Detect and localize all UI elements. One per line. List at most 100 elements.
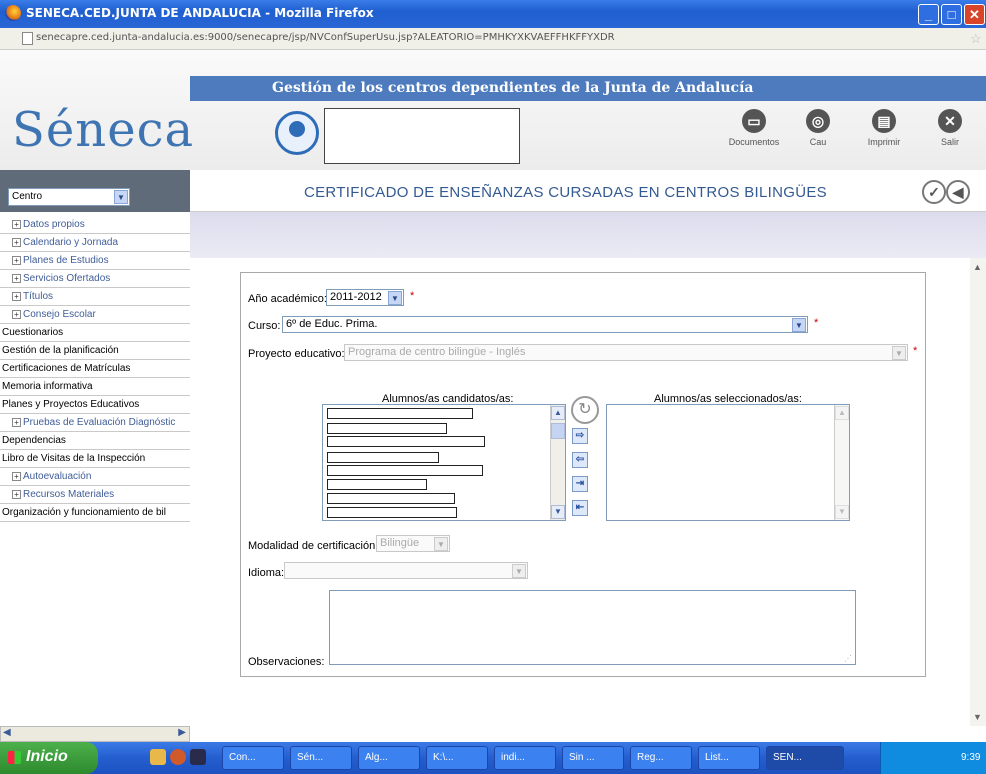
sidebar-item-pruebas[interactable]: + Pruebas de Evaluación Diagnóstic: [0, 414, 190, 432]
accept-check-icon[interactable]: ✓: [922, 180, 946, 204]
scroll-up-icon[interactable]: ▲: [551, 406, 565, 420]
sidebar-item-planificacion[interactable]: Gestión de la planificación: [0, 342, 190, 360]
expand-icon[interactable]: +: [12, 418, 21, 427]
url-text[interactable]: senecapre.ced.junta-andalucia.es:9000/se…: [36, 32, 615, 43]
candidates-list[interactable]: ▲ ▼: [322, 404, 566, 521]
candidates-scrollbar[interactable]: ▲ ▼: [550, 405, 565, 520]
sidebar-item-autoevaluacion[interactable]: + Autoevaluación: [0, 468, 190, 486]
move-all-right-button[interactable]: ⇥: [572, 476, 588, 492]
sidebar-item-planes-estudios[interactable]: + Planes de Estudios: [0, 252, 190, 270]
scroll-down-icon[interactable]: ▼: [551, 505, 565, 519]
minimize-button[interactable]: _: [918, 4, 939, 25]
refresh-icon[interactable]: ↻: [571, 396, 599, 424]
scroll-up-icon[interactable]: ▲: [973, 262, 982, 272]
move-left-button[interactable]: ⇦: [572, 452, 588, 468]
scroll-left-icon[interactable]: ◀: [3, 727, 11, 738]
bookmark-star-icon[interactable]: ☆: [970, 31, 982, 47]
imprimir-label: Imprimir: [867, 137, 901, 147]
sidebar-horizontal-scrollbar[interactable]: ◀ ▶: [0, 726, 190, 742]
list-item[interactable]: [327, 479, 427, 490]
address-bar[interactable]: senecapre.ced.junta-andalucia.es:9000/se…: [0, 28, 986, 50]
sidebar-item-memoria[interactable]: Memoria informativa: [0, 378, 190, 396]
scroll-up-icon[interactable]: ▲: [835, 406, 849, 420]
selected-list[interactable]: ▲ ▼: [606, 404, 850, 521]
taskbar-item-reg[interactable]: Reg...: [630, 746, 692, 770]
quicklaunch-browser-icon[interactable]: [170, 749, 186, 765]
scroll-down-icon[interactable]: ▼: [973, 712, 982, 722]
scroll-right-icon[interactable]: ▶: [178, 727, 186, 738]
expand-icon[interactable]: +: [12, 472, 21, 481]
centro-select[interactable]: Centro ▼: [8, 188, 130, 206]
move-all-left-button[interactable]: ⇤: [572, 500, 588, 516]
chevron-down-icon[interactable]: ▼: [892, 346, 906, 360]
quicklaunch-console-icon[interactable]: [190, 749, 206, 765]
selected-scrollbar[interactable]: ▲ ▼: [834, 405, 849, 520]
clock[interactable]: 9:39: [961, 752, 980, 763]
sidebar-item-calendario[interactable]: + Calendario y Jornada: [0, 234, 190, 252]
start-button[interactable]: Inicio: [0, 742, 98, 774]
sidebar-item-label: Planes y Proyectos Educativos: [2, 399, 140, 410]
taskbar-item-seneca[interactable]: SEN...: [766, 746, 844, 770]
taskbar-item-label: K:\...: [433, 752, 454, 763]
page-vertical-scrollbar[interactable]: ▲ ▼: [970, 258, 986, 726]
sidebar-item-libro-visitas[interactable]: Libro de Visitas de la Inspección: [0, 450, 190, 468]
quicklaunch-folder-icon[interactable]: [150, 749, 166, 765]
sidebar-item-certificaciones[interactable]: Certificaciones de Matrículas: [0, 360, 190, 378]
required-mark: *: [913, 345, 918, 357]
expand-icon[interactable]: +: [12, 292, 21, 301]
imprimir-button[interactable]: ▤ Imprimir: [860, 109, 908, 147]
sidebar-item-dependencias[interactable]: Dependencias: [0, 432, 190, 450]
sidebar-item-organizacion[interactable]: Organización y funcionamiento de bil: [0, 504, 190, 522]
taskbar-item-list[interactable]: List...: [698, 746, 760, 770]
expand-icon[interactable]: +: [12, 490, 21, 499]
list-item[interactable]: [327, 408, 473, 419]
expand-icon[interactable]: +: [12, 220, 21, 229]
sidebar-item-recursos[interactable]: + Recursos Materiales: [0, 486, 190, 504]
chevron-down-icon[interactable]: ▼: [512, 564, 526, 578]
taskbar-item-folder[interactable]: K:\...: [426, 746, 488, 770]
chevron-down-icon[interactable]: ▼: [114, 190, 128, 204]
observations-textarea[interactable]: ⋰: [329, 590, 856, 665]
list-item[interactable]: [327, 436, 485, 447]
taskbar-item-sen[interactable]: Sén...: [290, 746, 352, 770]
expand-icon[interactable]: +: [12, 256, 21, 265]
scroll-down-icon[interactable]: ▼: [835, 505, 849, 519]
sidebar-item-datos-propios[interactable]: + Datos propios: [0, 216, 190, 234]
expand-icon[interactable]: +: [12, 274, 21, 283]
sidebar-item-planes-proyectos[interactable]: Planes y Proyectos Educativos: [0, 396, 190, 414]
maximize-button[interactable]: □: [941, 4, 962, 25]
list-item[interactable]: [327, 465, 483, 476]
sidebar-item-titulos[interactable]: + Títulos: [0, 288, 190, 306]
documentos-button[interactable]: ▭ Documentos: [725, 109, 783, 147]
sidebar-item-consejo[interactable]: + Consejo Escolar: [0, 306, 190, 324]
sidebar-item-cuestionarios[interactable]: Cuestionarios: [0, 324, 190, 342]
close-window-button[interactable]: ✕: [964, 4, 985, 25]
scroll-thumb[interactable]: [551, 423, 565, 439]
list-item[interactable]: [327, 493, 455, 504]
resize-grip-icon[interactable]: ⋰: [844, 654, 852, 663]
salir-button[interactable]: ✕ Salir: [935, 109, 965, 147]
chevron-down-icon[interactable]: ▼: [388, 291, 402, 305]
course-select[interactable]: 6º de Educ. Prima. ▼: [282, 316, 808, 333]
chevron-down-icon[interactable]: ▼: [434, 537, 448, 551]
taskbar-item-sin[interactable]: Sin ...: [562, 746, 624, 770]
cau-button[interactable]: ◎ Cau: [803, 109, 833, 147]
language-select[interactable]: ▼: [284, 562, 528, 579]
modality-select[interactable]: Bilingüe ▼: [376, 535, 450, 552]
list-item[interactable]: [327, 452, 439, 463]
chevron-down-icon[interactable]: ▼: [792, 318, 806, 332]
move-right-button[interactable]: ⇨: [572, 428, 588, 444]
page-title-bar: CERTIFICADO DE ENSEÑANZAS CURSADAS EN CE…: [190, 170, 986, 212]
taskbar-item-indi[interactable]: indi...: [494, 746, 556, 770]
sidebar-item-servicios[interactable]: + Servicios Ofertados: [0, 270, 190, 288]
taskbar-item-con[interactable]: Con...: [222, 746, 284, 770]
expand-icon[interactable]: +: [12, 310, 21, 319]
project-select[interactable]: Programa de centro bilingüe - Inglés ▼: [344, 344, 908, 361]
academic-year-select[interactable]: 2011-2012 ▼: [326, 289, 404, 306]
expand-icon[interactable]: +: [12, 238, 21, 247]
list-item[interactable]: [327, 423, 447, 434]
taskbar-item-alg[interactable]: Alg...: [358, 746, 420, 770]
back-arrow-icon[interactable]: ◀: [946, 180, 970, 204]
list-item[interactable]: [327, 507, 457, 518]
sidebar-item-label: Memoria informativa: [2, 381, 93, 392]
